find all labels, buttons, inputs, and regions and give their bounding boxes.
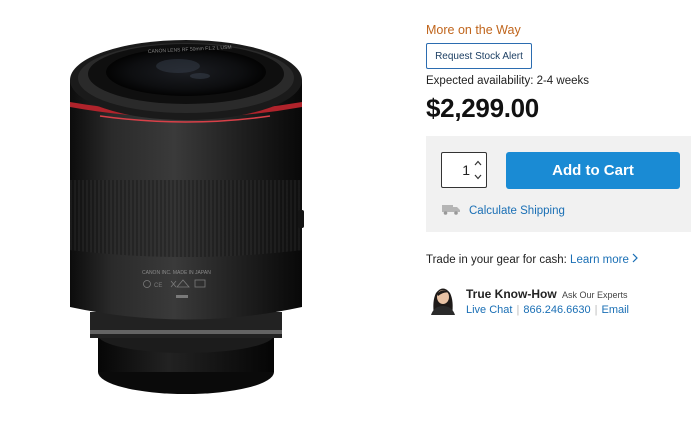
expert-title-text: True Know-How [466, 287, 557, 301]
separator: | [516, 304, 520, 316]
expert-links: Live Chat | 866.246.6630 | Email [466, 304, 629, 316]
cart-panel: 1 Add to Cart Calculate Shipping [426, 136, 691, 232]
lens-illustration: CANON LENS RF 50mm F1.2 L USM CANON INC.… [70, 40, 304, 394]
live-chat-link[interactable]: Live Chat [466, 304, 512, 316]
expert-avatar-icon [428, 283, 458, 315]
availability-text: Expected availability: 2-4 weeks [426, 75, 589, 87]
learn-more-link[interactable]: Learn more [570, 253, 638, 266]
separator: | [594, 304, 598, 316]
quantity-input[interactable]: 1 [442, 153, 470, 187]
product-image[interactable]: CANON LENS RF 50mm F1.2 L USM CANON INC.… [30, 12, 350, 407]
expert-title: True Know-How Ask Our Experts [466, 287, 628, 301]
buy-box: More on the Way Request Stock Alert Expe… [426, 0, 691, 423]
calculate-shipping-label: Calculate Shipping [469, 205, 565, 217]
chevron-right-icon [632, 253, 638, 266]
price: $2,299.00 [426, 93, 539, 123]
request-stock-alert-button[interactable]: Request Stock Alert [426, 43, 532, 69]
phone-link[interactable]: 866.246.6630 [523, 304, 590, 316]
chevron-down-icon[interactable] [472, 171, 484, 183]
stock-status: More on the Way [426, 23, 521, 37]
email-link[interactable]: Email [602, 304, 630, 316]
expert-subtitle: Ask Our Experts [562, 290, 628, 300]
calculate-shipping-link[interactable]: Calculate Shipping [438, 202, 565, 220]
chevron-up-icon[interactable] [472, 157, 484, 169]
learn-more-label: Learn more [570, 254, 629, 266]
add-to-cart-button[interactable]: Add to Cart [506, 152, 680, 189]
trade-in-text: Trade in your gear for cash: [426, 254, 567, 266]
trade-in: Trade in your gear for cash: Learn more [426, 253, 638, 266]
truck-icon [438, 202, 460, 220]
lens-text-body: CANON INC. MADE IN JAPAN [142, 270, 211, 276]
svg-text:CE: CE [154, 283, 162, 289]
expert-contact: True Know-How Ask Our Experts Live Chat |… [428, 283, 691, 323]
quantity-stepper[interactable]: 1 [441, 152, 487, 188]
